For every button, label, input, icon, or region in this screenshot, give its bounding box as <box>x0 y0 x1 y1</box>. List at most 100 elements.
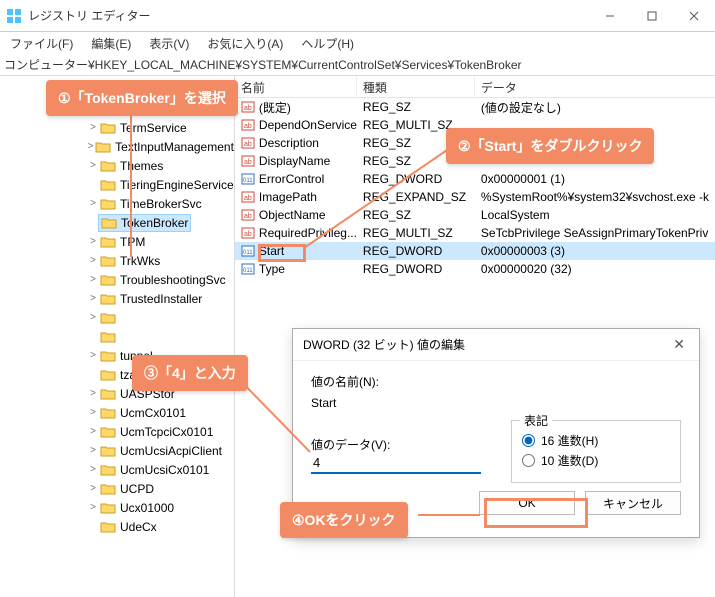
folder-icon <box>100 311 116 325</box>
string-value-icon: ab <box>241 190 255 204</box>
tree-pane[interactable]: >tdx>terminpt>TermService>TextInputManag… <box>0 76 235 597</box>
tree-item-label: UcmCx0101 <box>120 406 186 420</box>
cancel-button[interactable]: キャンセル <box>585 491 681 515</box>
folder-icon <box>100 121 116 135</box>
tree-item[interactable]: >UcmUcsiAcpiClient <box>4 441 234 460</box>
tree-item[interactable]: >UcmTcpciCx0101 <box>4 422 234 441</box>
value-data: 0x00000003 (3) <box>475 244 715 258</box>
tree-item[interactable]: > <box>4 308 234 327</box>
tree-item-label: TPM <box>120 235 145 249</box>
value-data-input[interactable] <box>311 453 481 474</box>
tree-item-label: TieringEngineService <box>120 178 234 192</box>
tree-item-label: Ucx01000 <box>120 501 174 515</box>
tree-item[interactable]: >UcmCx0101 <box>4 403 234 422</box>
tree-item[interactable] <box>4 327 234 346</box>
value-data: (値の設定なし) <box>475 99 715 116</box>
tree-item[interactable]: TieringEngineService <box>4 175 234 194</box>
tree-item-label: UcmUcsiAcpiClient <box>120 444 222 458</box>
folder-icon <box>100 159 116 173</box>
value-row[interactable]: ab(既定)REG_SZ(値の設定なし) <box>235 98 715 116</box>
annotation-1: ①「TokenBroker」を選択 <box>46 80 238 116</box>
svg-text:011: 011 <box>243 250 253 256</box>
maximize-button[interactable] <box>631 0 673 32</box>
value-name: DependOnService <box>259 118 357 132</box>
tree-item-label: TrustedInstaller <box>120 292 202 306</box>
folder-icon <box>100 444 116 458</box>
menu-view[interactable]: 表示(V) <box>141 33 197 54</box>
binary-value-icon: 011 <box>241 262 255 276</box>
binary-value-icon: 011 <box>241 172 255 186</box>
tree-item[interactable]: >TextInputManagement <box>4 137 234 156</box>
tree-item[interactable]: >TrkWks <box>4 251 234 270</box>
tree-item[interactable]: >UCPD <box>4 479 234 498</box>
tree-item-label: UdeCx <box>120 520 157 534</box>
string-value-icon: ab <box>241 136 255 150</box>
folder-icon <box>101 216 117 230</box>
folder-icon <box>100 463 116 477</box>
menu-file[interactable]: ファイル(F) <box>2 33 81 54</box>
value-data-label: 値のデータ(V): <box>311 436 481 453</box>
menu-favorites[interactable]: お気に入り(A) <box>199 33 291 54</box>
value-data: %SystemRoot%¥system32¥svchost.exe -k <box>475 190 715 204</box>
folder-icon <box>100 292 116 306</box>
tree-item-label: UCPD <box>120 482 154 496</box>
svg-text:ab: ab <box>244 105 252 112</box>
tree-item[interactable]: >TroubleshootingSvc <box>4 270 234 289</box>
base-legend: 表記 <box>520 412 552 429</box>
address-bar[interactable]: コンピューター¥HKEY_LOCAL_MACHINE¥SYSTEM¥Curren… <box>0 54 715 76</box>
column-data[interactable]: データ <box>475 76 715 97</box>
tree-item-label: UcmTcpciCx0101 <box>120 425 213 439</box>
base-group: 表記 16 進数(H) 10 進数(D) <box>511 420 681 483</box>
tree-item[interactable]: >TrustedInstaller <box>4 289 234 308</box>
tree-item[interactable]: >UcmUcsiCx0101 <box>4 460 234 479</box>
annotation-3: ③「4」と入力 <box>132 355 248 391</box>
tree-item[interactable]: >TermService <box>4 118 234 137</box>
svg-text:011: 011 <box>243 268 253 274</box>
close-button[interactable] <box>673 0 715 32</box>
menu-edit[interactable]: 編集(E) <box>83 33 139 54</box>
radio-hex[interactable]: 16 進数(H) <box>522 432 670 449</box>
dialog-close-icon[interactable]: ✕ <box>669 332 689 357</box>
app-icon <box>6 8 22 24</box>
string-value-icon: ab <box>241 100 255 114</box>
svg-text:ab: ab <box>244 213 252 220</box>
folder-icon <box>100 406 116 420</box>
value-data: LocalSystem <box>475 208 715 222</box>
value-data: 0x00000020 (32) <box>475 262 715 276</box>
tree-item-label: TimeBrokerSvc <box>120 197 202 211</box>
tree-item[interactable]: >TimeBrokerSvc <box>4 194 234 213</box>
folder-icon <box>100 501 116 515</box>
svg-text:ab: ab <box>244 159 252 166</box>
tree-item[interactable]: >Ucx01000 <box>4 498 234 517</box>
value-data: 0x00000001 (1) <box>475 172 715 186</box>
column-name[interactable]: 名前 <box>235 76 357 97</box>
svg-text:ab: ab <box>244 123 252 130</box>
tree-item[interactable]: >TokenBroker <box>4 213 234 232</box>
tree-item[interactable]: >TPM <box>4 232 234 251</box>
value-name-field[interactable]: Start <box>311 392 681 414</box>
annotation-2: ②「Start」をダブルクリック <box>446 128 654 164</box>
folder-icon <box>100 482 116 496</box>
tree-item-label: Themes <box>120 159 163 173</box>
svg-text:ab: ab <box>244 195 252 202</box>
value-data: SeTcbPrivilege SeAssignPrimaryTokenPriv <box>475 226 715 240</box>
tree-item[interactable]: UdeCx <box>4 517 234 536</box>
value-row[interactable]: 011TypeREG_DWORD0x00000020 (32) <box>235 260 715 278</box>
value-type: REG_SZ <box>357 100 475 114</box>
folder-icon <box>100 273 116 287</box>
list-header[interactable]: 名前 種類 データ <box>235 76 715 98</box>
minimize-button[interactable] <box>589 0 631 32</box>
dialog-title: DWORD (32 ビット) 値の編集 <box>303 336 669 353</box>
tree-item-label: TextInputManagement <box>115 140 234 154</box>
radio-dec[interactable]: 10 進数(D) <box>522 452 670 469</box>
folder-icon <box>100 330 116 344</box>
tree-item-label: TroubleshootingSvc <box>120 273 226 287</box>
menu-help[interactable]: ヘルプ(H) <box>293 33 362 54</box>
folder-icon <box>100 197 116 211</box>
column-type[interactable]: 種類 <box>357 76 475 97</box>
folder-icon <box>100 178 116 192</box>
folder-icon <box>100 520 116 534</box>
tree-item[interactable]: >Themes <box>4 156 234 175</box>
folder-icon <box>95 140 111 154</box>
window-title: レジストリ エディター <box>28 7 589 24</box>
